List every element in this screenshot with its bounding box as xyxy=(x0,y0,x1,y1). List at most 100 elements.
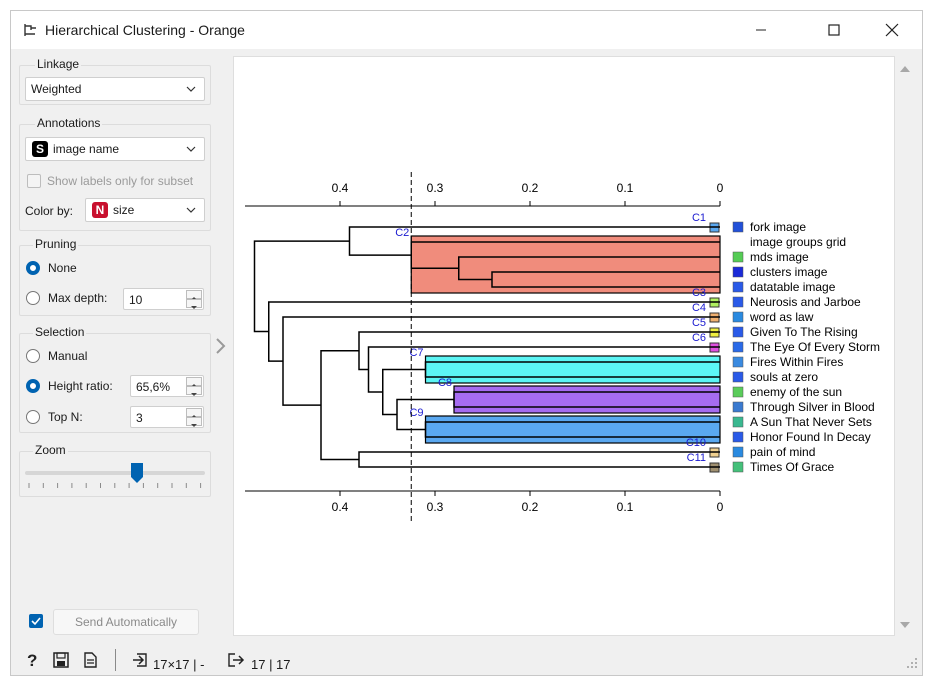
leaf-color-swatch xyxy=(732,416,744,428)
caret-down-icon xyxy=(191,424,197,427)
caret-down-icon xyxy=(191,306,197,309)
labels-subset-checkbox[interactable] xyxy=(27,174,41,188)
resize-grip-icon[interactable] xyxy=(906,657,918,669)
leaf-color-swatch xyxy=(732,296,744,308)
axis-tick-label: 0.1 xyxy=(617,500,634,514)
leaf-label: The Eye Of Every Storm xyxy=(750,340,880,354)
leaf-color-swatch xyxy=(732,446,744,458)
leaf-color-swatch xyxy=(732,281,744,293)
dendrogram-view[interactable]: 0.4 0.3 0.2 0.1 0 0.4 0.3 0.2 0.1 0 C1 C2 C3 C4 C5 C6 C7… xyxy=(233,56,895,636)
chevron-down-icon xyxy=(186,207,196,213)
zoom-slider-track[interactable] xyxy=(25,471,205,475)
zoom-slider-ticks xyxy=(28,483,202,488)
cluster-label: C1 xyxy=(692,212,706,224)
leaf-color-swatch xyxy=(732,251,744,263)
top-n-spinbox[interactable]: 3 xyxy=(130,406,204,428)
leaf-color-swatch xyxy=(732,386,744,398)
close-button[interactable] xyxy=(869,11,915,49)
send-button-label: Send Automatically xyxy=(74,615,178,629)
report-icon[interactable] xyxy=(82,652,98,668)
cluster-label: C6 xyxy=(692,332,706,344)
labels-subset-label: Show labels only for subset xyxy=(47,174,194,188)
leaf-label: Given To The Rising xyxy=(750,325,858,339)
leaf-label: Through Silver in Blood xyxy=(750,400,875,414)
zoom-slider-handle[interactable] xyxy=(130,463,143,483)
cluster-label: C2 xyxy=(395,227,409,239)
leaf-color-swatch xyxy=(732,341,744,353)
annotation-select[interactable]: S image name xyxy=(25,137,205,161)
cluster-label: C11 xyxy=(687,452,706,464)
leaf-label: image groups grid xyxy=(750,235,846,249)
dendrogram-chart[interactable]: 0.4 0.3 0.2 0.1 00.4 0.3 0.2 0.1 0C1C2C3C4C5C6C7… xyxy=(234,57,894,635)
top-n-label: Top N: xyxy=(48,410,83,424)
leaf-color-swatch xyxy=(732,326,744,338)
linkage-select-value: Weighted xyxy=(31,82,82,96)
output-icon xyxy=(228,653,245,667)
leaf-label: mds image xyxy=(750,250,809,264)
collapse-panel-icon[interactable] xyxy=(214,337,228,355)
pruning-group-title: Pruning xyxy=(33,237,79,251)
selection-group-title: Selection xyxy=(33,325,87,339)
zoom-group-title: Zoom xyxy=(33,443,68,457)
leaf-label: enemy of the sun xyxy=(750,385,842,399)
save-icon[interactable] xyxy=(53,652,69,668)
leaf-label: pain of mind xyxy=(750,445,815,459)
axis-tick-label: 0.1 xyxy=(617,181,634,195)
leaf-label: fork image xyxy=(750,220,806,234)
linkage-select[interactable]: Weighted xyxy=(25,77,205,101)
max-depth-label: Max depth: xyxy=(48,291,108,305)
help-icon[interactable]: ? xyxy=(25,651,41,669)
selection-height-ratio-radio[interactable] xyxy=(26,379,40,393)
axis-tick-label: 0.4 xyxy=(332,181,349,195)
slider-handle-icon xyxy=(130,463,143,483)
leaf-color-swatch xyxy=(732,401,744,413)
maximize-icon xyxy=(828,24,840,36)
title-bar: Hierarchical Clustering - Orange xyxy=(11,11,922,49)
axis-tick-label: 0 xyxy=(717,181,724,195)
spin-up-button[interactable] xyxy=(186,377,202,387)
spin-down-button[interactable] xyxy=(186,299,202,309)
height-ratio-label: Height ratio: xyxy=(48,379,113,393)
height-ratio-value: 65,6% xyxy=(136,380,171,394)
axis-tick-label: 0.2 xyxy=(522,500,539,514)
max-depth-spinbox[interactable]: 10 xyxy=(123,288,204,310)
color-by-select-value: size xyxy=(113,203,135,217)
pruning-max-depth-radio[interactable] xyxy=(26,291,40,305)
spin-up-button[interactable] xyxy=(186,290,202,300)
axis-tick-label: 0.4 xyxy=(332,500,349,514)
leaf-label: Neurosis and Jarboe xyxy=(750,295,861,309)
minimize-button[interactable] xyxy=(738,11,784,49)
leaf-label: Times Of Grace xyxy=(750,460,835,474)
input-icon xyxy=(133,653,147,667)
cluster-highlight xyxy=(424,355,721,384)
send-automatically-button[interactable]: Send Automatically xyxy=(53,609,199,635)
manual-label: Manual xyxy=(48,349,88,363)
vertical-scrollbar[interactable] xyxy=(896,56,914,636)
svg-text:?: ? xyxy=(27,651,37,669)
leaf-color-swatch xyxy=(732,371,744,383)
leaf-label: word as law xyxy=(749,310,814,324)
annotations-group-title: Annotations xyxy=(35,116,103,130)
spin-down-button[interactable] xyxy=(186,386,202,396)
pruning-none-radio[interactable] xyxy=(26,261,40,275)
leaf-color-swatch xyxy=(732,431,744,443)
leaf-label: datatable image xyxy=(750,280,836,294)
height-ratio-spinbox[interactable]: 65,6% xyxy=(130,375,204,397)
hierarchical-clustering-icon xyxy=(24,24,36,36)
send-automatically-checkbox[interactable] xyxy=(29,614,43,628)
leaf-color-swatch xyxy=(732,356,744,368)
cluster-label: C5 xyxy=(692,317,706,329)
output-summary: 17 | 17 xyxy=(251,657,291,672)
selection-manual-radio[interactable] xyxy=(26,349,40,363)
cluster-label: C10 xyxy=(686,437,706,449)
axis-tick-label: 0.2 xyxy=(522,181,539,195)
leaf-label: clusters image xyxy=(750,265,828,279)
spin-down-button[interactable] xyxy=(186,417,202,427)
color-by-select[interactable]: N size xyxy=(85,198,205,222)
maximize-button[interactable] xyxy=(811,11,857,49)
spin-up-button[interactable] xyxy=(186,408,202,418)
close-icon xyxy=(885,23,899,37)
selection-top-n-radio[interactable] xyxy=(26,410,40,424)
checkmark-icon xyxy=(31,617,41,626)
leaf-color-swatch xyxy=(732,311,744,323)
